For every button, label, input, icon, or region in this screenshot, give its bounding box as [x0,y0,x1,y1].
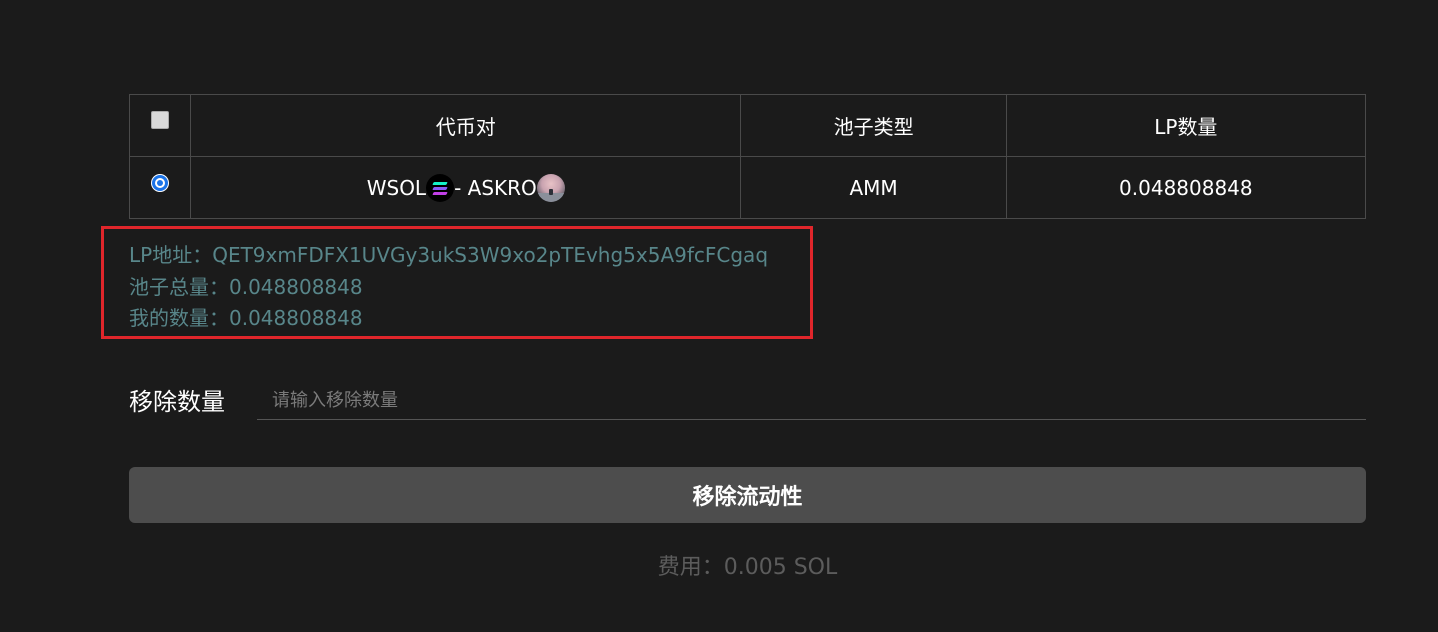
table-row[interactable]: WSOL - ASKRO AMM 0.048808848 [128,156,1367,219]
pool-total: 池子总量：0.048808848 [129,275,363,299]
token-b-symbol: ASKRO [467,175,537,200]
remove-liquidity-page: 代币对 池子类型 LP数量 WSOL - ASKRO AMM 0.0488088… [0,0,1438,632]
token-a-symbol: WSOL [366,175,427,200]
lp-amount-cell: 0.048808848 [1005,156,1367,219]
lp-address: LP地址：QET9xmFDFX1UVGy3ukS3W9xo2pTEvhg5x5A… [129,243,769,267]
remove-amount-label: 移除数量 [129,388,225,416]
header-lp-amount: LP数量 [1005,94,1367,157]
pair-cell: WSOL - ASKRO [190,156,742,219]
pool-type-cell: AMM [740,156,1007,219]
remove-amount-input[interactable] [257,382,1366,420]
solana-icon [426,173,455,202]
table-header-row: 代币对 池子类型 LP数量 [128,94,1367,157]
row-select-cell [128,156,192,219]
fee-text: 费用：0.005 SOL [657,555,838,580]
my-amount: 我的数量：0.048808848 [129,306,363,330]
remove-liquidity-button[interactable]: 移除流动性 [129,467,1366,523]
header-pool-type: 池子类型 [740,94,1007,157]
pair-separator: - [454,175,468,200]
lp-table: 代币对 池子类型 LP数量 WSOL - ASKRO AMM 0.0488088… [128,94,1367,219]
askro-token-icon [536,173,565,202]
select-all-cell [128,94,192,157]
select-all-checkbox[interactable] [151,110,170,129]
header-pair: 代币对 [190,94,742,157]
row-select-radio[interactable] [151,173,170,192]
